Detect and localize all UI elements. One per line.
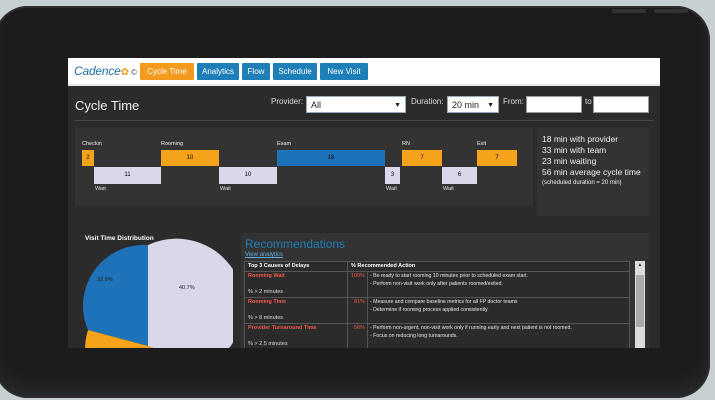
delay-cause: Provider Turnaround Time <box>248 325 317 331</box>
stage-label: Rooming <box>161 141 184 147</box>
wait-label: Wait <box>95 186 106 192</box>
summary-scheduled-note: (scheduled duration = 20 min) <box>542 180 622 186</box>
app-logo[interactable]: Cadence✿ <box>74 64 129 78</box>
chevron-down-icon: ▼ <box>487 102 494 109</box>
stage-bar-exam: 18 <box>277 150 385 166</box>
delay-percent: 81% <box>353 299 365 305</box>
view-analytics-link[interactable]: View analytics <box>245 252 283 258</box>
recommended-action: - Focus on reducing long turnarounds. <box>370 333 458 339</box>
nav-tab-new-visit[interactable]: New Visit <box>320 63 368 80</box>
cycle-timeline: Checkin 2 11 Wait Rooming 10 10 Wait Exa… <box>75 128 533 206</box>
recommendations-title: Recommendations <box>245 237 346 251</box>
recommendations-scrollbar[interactable]: ▲ <box>635 261 645 348</box>
recommended-action: - Be ready to start rooming 10 minutes p… <box>370 273 529 279</box>
app-screen: Cadence✿ © Cycle Time Analytics Flow Sch… <box>68 58 660 348</box>
pie-slice-label: 40.7% <box>179 285 195 291</box>
pie-slice <box>148 238 233 348</box>
summary-average-cycle-time: 56 min average cycle time <box>542 167 641 177</box>
recommendations-panel: Recommendations View analytics Top 3 Cau… <box>241 233 649 348</box>
recommendations-table: Top 3 Causes of Delays % Recommended Act… <box>244 261 630 348</box>
delay-cause: Rooming Time <box>248 299 287 305</box>
wait-label: Wait <box>386 186 397 192</box>
page-title: Cycle Time <box>75 98 140 113</box>
summary-team-time: 33 min with team <box>542 145 607 155</box>
delay-threshold: % > 2 minutes <box>248 289 284 295</box>
wait-label: Wait <box>443 186 454 192</box>
delay-percent: 100% <box>350 273 365 279</box>
copyright-mark: © <box>131 68 137 77</box>
provider-label: Provider: <box>271 97 304 106</box>
cycle-summary: 18 min with provider 33 min with team 23… <box>537 128 649 216</box>
top-nav-bar: Cadence✿ © Cycle Time Analytics Flow Sch… <box>68 58 660 86</box>
provider-select[interactable]: All ▼ <box>306 96 406 113</box>
delay-percent: 56% <box>353 325 365 331</box>
wait-bar: 3 <box>385 167 400 184</box>
stage-label: Checkin <box>82 141 102 147</box>
stage-label: Exam <box>277 141 292 147</box>
visit-time-pie <box>83 238 233 348</box>
nav-tab-schedule[interactable]: Schedule <box>273 63 317 80</box>
stage-label: RN <box>402 141 410 147</box>
tablet-button <box>612 9 646 13</box>
wait-label: Wait <box>220 186 231 192</box>
table-header-causes: Top 3 Causes of Delays <box>248 263 310 269</box>
duration-label: Duration: <box>411 97 444 106</box>
stage-label: Exit <box>477 141 487 147</box>
pie-slice-label: 32.8% <box>97 277 113 283</box>
divider <box>75 120 653 121</box>
table-header-action: % Recommended Action <box>351 263 416 269</box>
tablet-button <box>654 9 688 13</box>
scroll-up-icon[interactable]: ▲ <box>636 262 644 269</box>
duration-select[interactable]: 20 min ▼ <box>447 96 499 113</box>
summary-provider-time: 18 min with provider <box>542 134 619 144</box>
stage-bar-rooming: 10 <box>161 150 219 166</box>
wait-bar: 10 <box>219 167 277 184</box>
nav-tab-analytics[interactable]: Analytics <box>197 63 239 80</box>
logo-mark-icon: ✿ <box>120 67 129 78</box>
visit-time-panel: Visit Time Distribution 32.8% 40.7% <box>75 230 233 348</box>
recommended-action: - Measure and compare baseline metrics f… <box>370 299 518 305</box>
wait-bar: 11 <box>94 167 161 184</box>
summary-waiting-time: 23 min waiting <box>542 156 597 166</box>
delay-threshold: % > 8 minutes <box>248 315 284 321</box>
scrollbar-thumb[interactable] <box>636 275 644 327</box>
wait-bar: 6 <box>442 167 477 184</box>
stage-bar-rn: 7 <box>402 150 442 166</box>
from-date-input[interactable] <box>526 96 582 113</box>
nav-tab-flow[interactable]: Flow <box>242 63 270 80</box>
stage-bar-checkin: 2 <box>82 150 94 166</box>
delay-threshold: % > 2.5 minutes <box>248 341 288 347</box>
delay-cause: Rooming Wait <box>248 273 285 279</box>
from-label: From: <box>503 97 524 106</box>
stage-bar-exit: 7 <box>477 150 517 166</box>
chevron-down-icon: ▼ <box>394 102 401 109</box>
pie-slice <box>83 244 148 346</box>
recommended-action: - Perform non-urgent, non-visit work onl… <box>370 325 572 331</box>
recommended-action: - Determine if rooming process applied c… <box>370 307 489 313</box>
to-label: to <box>585 97 592 106</box>
recommended-action: - Perform non-visit work only after pati… <box>370 281 503 287</box>
nav-tab-cycle-time[interactable]: Cycle Time <box>140 63 194 80</box>
to-date-input[interactable] <box>593 96 649 113</box>
column-divider <box>367 271 368 348</box>
